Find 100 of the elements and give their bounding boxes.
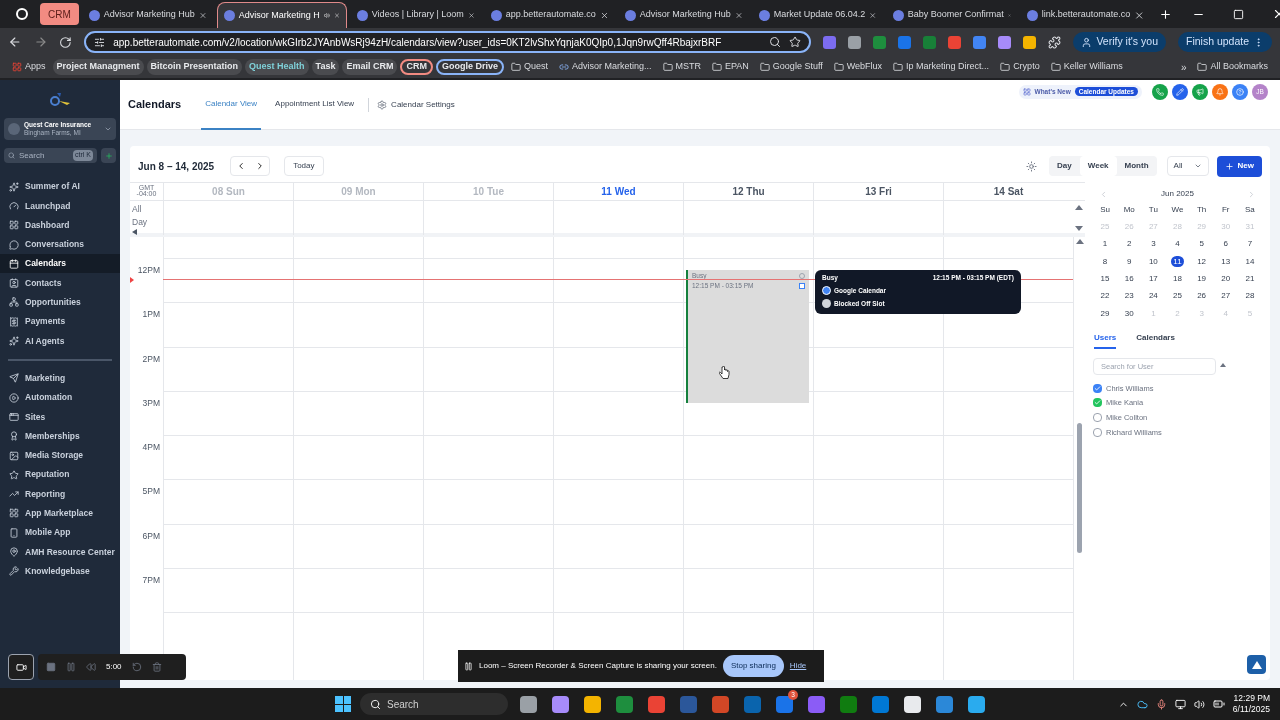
- calendar-day[interactable]: 15: [1098, 273, 1112, 285]
- calendar-day[interactable]: 26: [1195, 290, 1209, 302]
- microphone-icon[interactable]: [1155, 698, 1167, 710]
- panel-tab[interactable]: Calendars: [1136, 331, 1175, 349]
- extension-icon[interactable]: [1023, 35, 1037, 49]
- search-icon[interactable]: [769, 36, 782, 48]
- calendar-day[interactable]: 18: [1171, 273, 1184, 285]
- theme-icon[interactable]: [1026, 160, 1038, 172]
- bookmark-folder[interactable]: All Bookmarks: [1193, 59, 1272, 75]
- calendar-day[interactable]: 8: [1100, 255, 1110, 267]
- calendar-day[interactable]: 12: [1195, 255, 1209, 267]
- reload-icon[interactable]: [59, 35, 73, 49]
- user-checkbox[interactable]: [1093, 383, 1102, 393]
- calendar-day[interactable]: 6: [1221, 238, 1230, 250]
- calendar-day[interactable]: 3: [1149, 238, 1158, 250]
- user-checkbox[interactable]: [1093, 413, 1102, 422]
- bookmark-folder[interactable]: EPAN: [708, 59, 753, 75]
- scroll-left-icon[interactable]: [132, 229, 137, 235]
- bookmark[interactable]: Project Managment: [52, 59, 144, 75]
- calendar-day[interactable]: 25: [1171, 290, 1184, 302]
- calendar-day[interactable]: 14: [1243, 255, 1257, 267]
- extension-icon[interactable]: [998, 35, 1012, 49]
- quick-action-button[interactable]: [101, 148, 116, 163]
- sidebar-item[interactable]: Sites: [0, 407, 120, 427]
- start-icon[interactable]: [335, 696, 351, 712]
- extension-icon[interactable]: [873, 35, 887, 49]
- app-logo-icon[interactable]: [1247, 655, 1266, 674]
- bookmark-folder[interactable]: WebFlux: [829, 59, 887, 75]
- clock-date[interactable]: 6/11/2025: [1232, 704, 1270, 715]
- sidebar-item[interactable]: Mobile App: [0, 523, 120, 543]
- forward-icon[interactable]: [33, 35, 48, 49]
- bookmark-folder[interactable]: Ip Marketing Direct...: [889, 59, 994, 75]
- bell-icon[interactable]: [1212, 83, 1228, 100]
- browser-tab[interactable]: Advisor Marketing Hub: [82, 2, 213, 28]
- bookmark[interactable]: Bitcoin Presentation: [146, 59, 243, 75]
- browser-tab[interactable]: CRM: [40, 3, 79, 25]
- calendar-day[interactable]: 20: [1219, 273, 1233, 285]
- view-switch[interactable]: Day: [1049, 156, 1080, 176]
- sidebar-item[interactable]: Marketing: [0, 368, 120, 388]
- more-bookmarks[interactable]: »: [1176, 59, 1191, 75]
- site-settings-icon[interactable]: [94, 36, 106, 48]
- cloud-icon[interactable]: [1136, 698, 1148, 710]
- scroll-up-icon[interactable]: [1075, 205, 1083, 210]
- scroll-down-icon[interactable]: [1075, 226, 1083, 231]
- star-icon[interactable]: [789, 36, 802, 48]
- extension-icon[interactable]: [823, 35, 837, 49]
- calendar-day[interactable]: 17: [1146, 273, 1160, 285]
- calendar-day[interactable]: 19: [1195, 273, 1209, 285]
- calendar-day[interactable]: 30: [1122, 307, 1136, 319]
- browser-tab[interactable]: Advisor Marketing Hub: [618, 2, 749, 28]
- help-icon[interactable]: [1232, 83, 1248, 100]
- calendar-day[interactable]: 4: [1173, 238, 1182, 250]
- filter-dropdown[interactable]: All: [1166, 156, 1209, 176]
- sidebar-item[interactable]: Calendars: [0, 254, 120, 274]
- bookmark[interactable]: Quest Health: [245, 59, 309, 75]
- browser-tab[interactable]: Advisor Marketing H: [216, 2, 347, 28]
- extension-icon[interactable]: [948, 35, 962, 49]
- bookmark-folder[interactable]: Crypto: [996, 59, 1044, 75]
- sidebar-item[interactable]: Media Storage: [0, 445, 120, 466]
- calendar-day[interactable]: 9: [1125, 255, 1134, 267]
- stop-sharing-button[interactable]: Stop sharing: [722, 655, 784, 677]
- sidebar-item[interactable]: Conversations: [0, 234, 120, 255]
- bookmark-folder[interactable]: MSTR: [658, 59, 705, 75]
- taskbar-search[interactable]: Search: [360, 693, 508, 715]
- verify-button[interactable]: Verify it's you: [1073, 32, 1166, 52]
- sidebar-item[interactable]: Knowledgebase: [0, 561, 120, 581]
- view-tab[interactable]: Appointment List View: [271, 79, 359, 130]
- sidebar-item[interactable]: Opportunities: [0, 292, 120, 313]
- browser-tab[interactable]: link.betterautomate.co: [1020, 2, 1151, 28]
- megaphone-icon[interactable]: [1192, 83, 1208, 100]
- view-tab[interactable]: Calendar View: [201, 79, 262, 130]
- bookmark[interactable]: CRM: [400, 59, 433, 75]
- calendar-day[interactable]: 2: [1125, 238, 1134, 250]
- address-bar[interactable]: app.betterautomate.com/v2/location/wkGIrb2JYAnbWsRj94zH/calendars/view?user_ids=0KT2lvShxYqnjaK0QIp0,1Jqn9rwQff4RbajxrBRF: [84, 31, 812, 53]
- restart-icon[interactable]: [131, 662, 142, 672]
- camera-button[interactable]: [8, 654, 34, 680]
- today-button[interactable]: Today: [284, 156, 324, 176]
- browser-tab[interactable]: app.betterautomate.co: [484, 2, 615, 28]
- extension-icon[interactable]: [973, 35, 987, 49]
- restore-icon[interactable]: [1232, 8, 1244, 20]
- sidebar-item[interactable]: Contacts: [0, 273, 120, 293]
- calendar-day[interactable]: 28: [1243, 290, 1257, 302]
- bookmark-folder[interactable]: Google Stuff: [755, 59, 827, 75]
- update-button[interactable]: Finish update: [1177, 32, 1272, 52]
- pencil-icon[interactable]: [1172, 83, 1188, 100]
- bookmark[interactable]: Task: [311, 59, 340, 75]
- calendar-day[interactable]: 11: [1171, 255, 1184, 267]
- browser-tab[interactable]: Videos | Library | Loom: [350, 2, 481, 28]
- record-icon[interactable]: [16, 8, 28, 20]
- panel-tab[interactable]: Users: [1094, 331, 1117, 349]
- sidebar-item[interactable]: Memberships: [0, 426, 120, 446]
- new-tab-icon[interactable]: [1158, 7, 1172, 21]
- back-icon[interactable]: [8, 35, 22, 49]
- calendar-day[interactable]: 5: [1197, 238, 1206, 250]
- bookmark-folder[interactable]: Quest: [506, 59, 552, 75]
- calendar-day[interactable]: 10: [1146, 255, 1160, 267]
- scroll-up-icon[interactable]: [1076, 239, 1084, 244]
- calendar-day[interactable]: 13: [1219, 255, 1233, 267]
- view-switch[interactable]: Week: [1079, 156, 1117, 176]
- bookmark-folder[interactable]: Keller Williams: [1046, 59, 1127, 75]
